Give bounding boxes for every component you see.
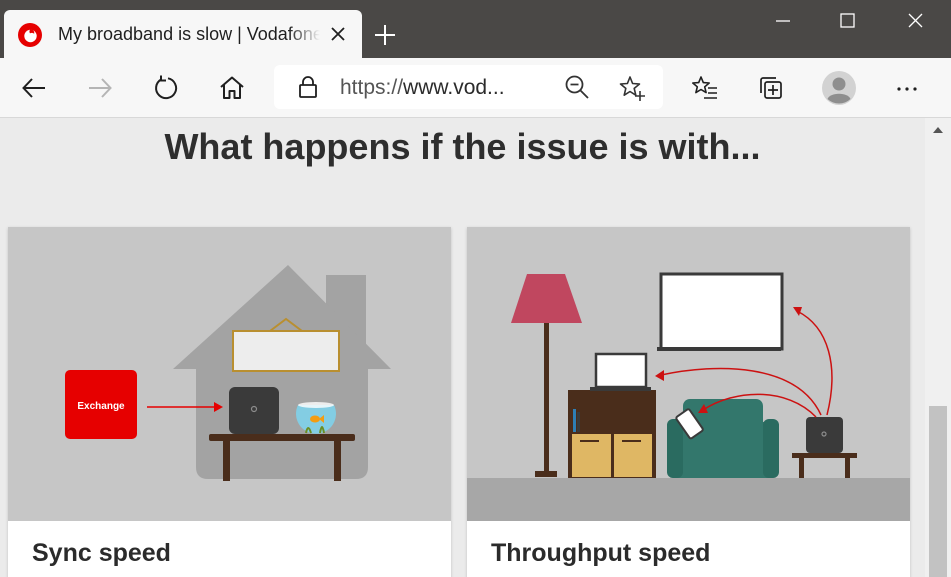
more-icon: [897, 87, 917, 91]
scroll-thumb[interactable]: [929, 406, 947, 577]
browser-toolbar: https://www.vod...: [0, 58, 951, 118]
arrow-right-icon: [89, 78, 112, 98]
vodafone-favicon-icon: [18, 23, 42, 47]
laptop: [594, 352, 648, 389]
picture-frame: [232, 330, 340, 372]
profile-button[interactable]: [821, 70, 857, 106]
arrow-left-icon: [22, 78, 45, 98]
collections-button[interactable]: [753, 70, 789, 106]
more-menu-button[interactable]: [890, 70, 926, 106]
url-host: www.vod...: [403, 76, 505, 99]
router: [229, 387, 279, 434]
address-bar[interactable]: https://www.vod...: [274, 65, 663, 109]
title-bar: My broadband is slow | Vodafone UK: [0, 0, 951, 58]
profile-icon: [822, 71, 856, 105]
home-icon: [220, 76, 244, 99]
table: [209, 434, 355, 441]
living-room-devices-illustration: [467, 227, 910, 521]
back-button[interactable]: [16, 70, 52, 106]
home-button[interactable]: [214, 70, 250, 106]
favorites-icon: [692, 76, 717, 99]
card-title-throughput-speed[interactable]: Throughput speed: [491, 539, 710, 568]
zoom-icon[interactable]: [564, 74, 590, 100]
maximize-icon[interactable]: [816, 0, 878, 42]
scroll-up-button[interactable]: [925, 118, 951, 142]
sync-speed-illustration: Exchange: [8, 227, 451, 521]
star-add-icon[interactable]: [618, 74, 646, 102]
vertical-scrollbar[interactable]: [925, 118, 951, 577]
card-title-sync-speed[interactable]: Sync speed: [32, 539, 171, 568]
favorites-button[interactable]: [687, 70, 723, 106]
house-router-exchange-illustration: Exchange: [8, 227, 451, 521]
sync-speed-card[interactable]: Exchange Sync speed: [8, 227, 451, 577]
side-table: [792, 453, 857, 458]
url-text[interactable]: https://www.vod...: [340, 76, 505, 100]
section-heading: What happens if the issue is with...: [164, 126, 761, 167]
forward-button[interactable]: [82, 70, 118, 106]
page-viewport: What happens if the issue is with... Exc…: [0, 118, 925, 577]
close-tab-icon[interactable]: [328, 24, 348, 44]
throughput-speed-card[interactable]: Throughput speed: [467, 227, 910, 577]
triangle-up-icon: [933, 127, 943, 133]
lock-icon[interactable]: [298, 75, 318, 99]
minimize-icon[interactable]: [752, 0, 814, 42]
tab-title: My broadband is slow | Vodafone UK: [58, 24, 320, 44]
refresh-button[interactable]: [148, 70, 184, 106]
television: [659, 272, 784, 351]
window-close-icon[interactable]: [884, 0, 946, 42]
url-scheme: https://: [340, 76, 404, 99]
refresh-icon: [155, 75, 178, 100]
throughput-speed-illustration: [467, 227, 910, 521]
browser-tab[interactable]: My broadband is slow | Vodafone UK: [4, 10, 362, 58]
floor: [467, 478, 910, 521]
collections-icon: [760, 77, 782, 99]
new-tab-icon[interactable]: [372, 22, 398, 48]
router: [806, 417, 843, 453]
exchange-label: Exchange: [77, 401, 125, 412]
